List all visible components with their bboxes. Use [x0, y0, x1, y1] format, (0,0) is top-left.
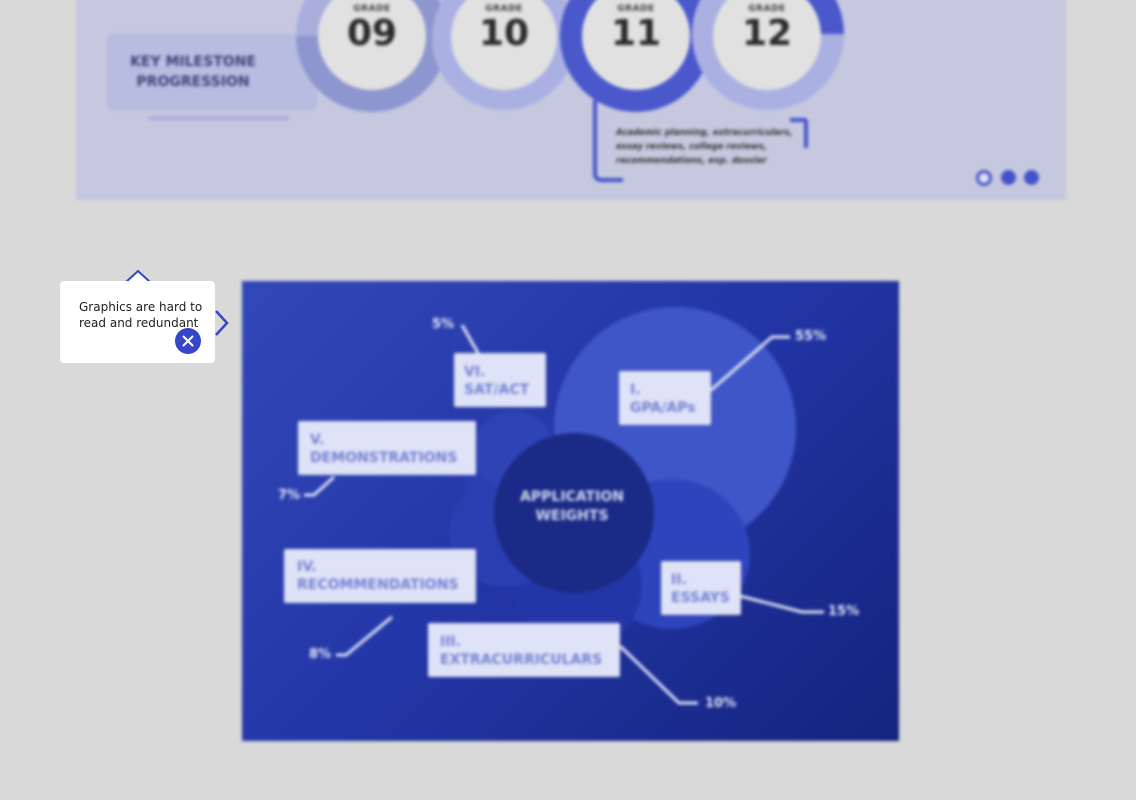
grade-11-note: Academic planning, extracurriculars, ess…	[616, 128, 793, 166]
item-sat-act-name: SAT/ACT	[464, 382, 530, 398]
item-sat-act-numeral: VI.	[464, 364, 486, 380]
title-underline	[148, 116, 290, 120]
item-essays-name: ESSAYS	[671, 590, 730, 606]
item-essays-numeral: II.	[671, 572, 687, 588]
application-weights-infographic: APPLICATION WEIGHTS VI. SAT/ACT 5% I. GP…	[242, 281, 899, 741]
item-recommendations-percent: 8%	[309, 647, 332, 662]
tooltip-caret-right-icon	[215, 310, 229, 336]
pager-dot-1[interactable]	[976, 170, 992, 186]
grade-12-number: 12	[741, 13, 793, 54]
item-demonstrations-name: DEMONSTRATIONS	[310, 450, 458, 466]
item-gpa-numeral: I.	[630, 382, 641, 398]
tooltip-close-button[interactable]	[175, 328, 201, 354]
item-demonstrations-percent: 7%	[278, 488, 301, 503]
grade-10-number: 10	[478, 13, 530, 54]
item-extracurriculars-name: EXTRACURRICULARS	[440, 652, 603, 668]
close-icon	[182, 335, 194, 347]
pager-dot-2[interactable]	[1001, 170, 1016, 185]
item-essays-percent: 15%	[828, 604, 860, 619]
item-extracurriculars-numeral: III.	[440, 634, 461, 650]
pager-dot-3[interactable]	[1024, 170, 1039, 185]
item-sat-act-percent: 5%	[432, 317, 455, 332]
item-demonstrations-numeral: V.	[310, 432, 325, 448]
item-recommendations-numeral: IV.	[297, 559, 317, 575]
item-extracurriculars-percent: 10%	[705, 696, 737, 711]
grade-11-number: 11	[610, 13, 662, 54]
grade-09-number: 09	[346, 13, 398, 54]
milestone-title: KEY MILESTONE PROGRESSION	[130, 54, 256, 90]
item-recommendations-name: RECOMMENDATIONS	[297, 577, 459, 593]
blurred-background-content: KEY MILESTONE PROGRESSION GRADE 09 GRADE…	[0, 0, 1136, 800]
feedback-tooltip: Graphics are hard to read and redundant	[60, 281, 215, 363]
item-gpa-percent: 55%	[795, 329, 827, 344]
tooltip-text: Graphics are hard to read and redundant	[79, 300, 203, 330]
item-gpa-name: GPA/APs	[630, 400, 696, 416]
